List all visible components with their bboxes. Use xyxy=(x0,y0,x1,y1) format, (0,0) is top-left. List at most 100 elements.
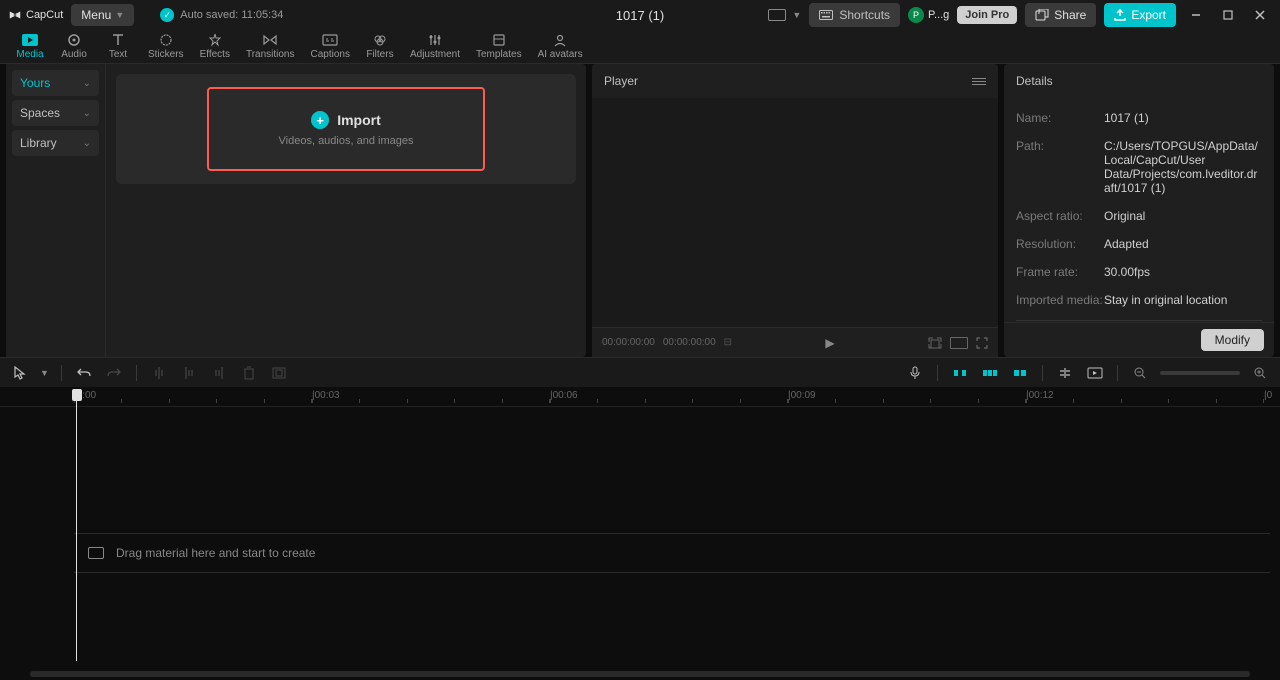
crop-tool[interactable] xyxy=(269,363,289,383)
media-icon xyxy=(21,33,39,47)
sidebar-yours[interactable]: Yours⌄ xyxy=(12,70,99,96)
zoom-in-icon[interactable] xyxy=(1250,363,1270,383)
tab-label: Stickers xyxy=(148,49,184,60)
tab-label: Templates xyxy=(476,49,522,60)
fullscreen-icon[interactable] xyxy=(976,337,988,349)
chevron-down-icon: ▼ xyxy=(792,10,801,20)
tab-ai-avatars[interactable]: AI avatars xyxy=(530,29,591,63)
capcut-logo-icon xyxy=(8,8,22,22)
drag-hint-text: Drag material here and start to create xyxy=(116,546,315,560)
tab-label: Captions xyxy=(311,49,350,60)
zoom-out-icon[interactable] xyxy=(1130,363,1150,383)
autosave-text: Auto saved: 11:05:34 xyxy=(180,9,283,21)
share-icon xyxy=(1035,9,1049,21)
delete-tool[interactable] xyxy=(239,363,259,383)
tab-adjustment[interactable]: Adjustment xyxy=(402,29,468,63)
magnet-auto-icon[interactable] xyxy=(1010,363,1030,383)
scrollbar-thumb[interactable] xyxy=(30,671,1250,677)
tab-label: Effects xyxy=(200,49,230,60)
sidebar-label: Spaces xyxy=(20,106,60,120)
app-logo: CapCut xyxy=(8,8,63,22)
chevron-down-icon: ⌄ xyxy=(83,78,91,89)
export-icon xyxy=(1114,9,1126,21)
export-button[interactable]: Export xyxy=(1104,3,1176,27)
detail-label-framerate: Frame rate: xyxy=(1016,265,1104,279)
export-label: Export xyxy=(1131,8,1166,22)
chevron-down-icon[interactable]: ▼ xyxy=(40,368,49,378)
sidebar-spaces[interactable]: Spaces⌄ xyxy=(12,100,99,126)
tab-label: Filters xyxy=(366,49,393,60)
share-label: Share xyxy=(1054,8,1086,22)
tab-filters[interactable]: Filters xyxy=(358,29,402,63)
mic-icon[interactable] xyxy=(905,363,925,383)
tab-label: AI avatars xyxy=(538,49,583,60)
sidebar-library[interactable]: Library⌄ xyxy=(12,130,99,156)
aspect-toggle[interactable]: ▼ xyxy=(768,9,801,21)
aspect-ratio-icon xyxy=(768,9,786,21)
ratio-icon[interactable] xyxy=(950,337,968,349)
tab-captions[interactable]: Captions xyxy=(303,29,358,63)
tab-text[interactable]: Text xyxy=(96,29,140,63)
detail-value-framerate: 30.00fps xyxy=(1104,265,1262,279)
tab-label: Text xyxy=(109,49,127,60)
split-tool[interactable] xyxy=(149,363,169,383)
timeline-ruler[interactable]: |0:00 |00:03 |00:06 |00:09 |00:12 |0 xyxy=(0,387,1280,407)
window-maximize[interactable] xyxy=(1216,3,1240,27)
tab-audio[interactable]: Audio xyxy=(52,29,96,63)
window-close[interactable] xyxy=(1248,3,1272,27)
play-button[interactable]: ▶ xyxy=(825,336,834,350)
snapshot-icon[interactable] xyxy=(928,337,942,349)
shortcuts-button[interactable]: Shortcuts xyxy=(809,3,900,27)
project-title: 1017 (1) xyxy=(616,8,664,23)
preview-icon[interactable] xyxy=(1085,363,1105,383)
tab-templates[interactable]: Templates xyxy=(468,29,530,63)
close-icon xyxy=(1254,9,1266,21)
magnet-link-icon[interactable] xyxy=(980,363,1000,383)
app-name: CapCut xyxy=(26,9,63,21)
import-subtitle: Videos, audios, and images xyxy=(279,135,414,147)
captions-icon xyxy=(321,33,339,47)
split-right-tool[interactable] xyxy=(209,363,229,383)
details-title: Details xyxy=(1016,74,1053,88)
media-sidebar: Yours⌄ Spaces⌄ Library⌄ xyxy=(6,64,106,357)
share-button[interactable]: Share xyxy=(1025,3,1096,27)
timeline-scrollbar[interactable] xyxy=(0,668,1280,680)
cursor-tool[interactable] xyxy=(10,363,30,383)
detail-label-aspect: Aspect ratio: xyxy=(1016,209,1104,223)
detail-label-name: Name: xyxy=(1016,111,1104,125)
plus-icon: + xyxy=(311,111,329,129)
drag-hint: Drag material here and start to create xyxy=(74,533,1270,573)
tab-label: Adjustment xyxy=(410,49,460,60)
modify-button[interactable]: Modify xyxy=(1201,329,1264,351)
time-current: 00:00:00:00 xyxy=(602,337,655,348)
menu-button[interactable]: Menu ▼ xyxy=(71,4,134,26)
ruler-mark: |0 xyxy=(1264,390,1272,401)
detail-value-resolution: Adapted xyxy=(1104,237,1262,251)
time-total: 00:00:00:00 xyxy=(663,337,716,348)
tab-effects[interactable]: Effects xyxy=(192,29,238,63)
player-menu-icon[interactable] xyxy=(972,78,986,85)
detail-value-aspect: Original xyxy=(1104,209,1262,223)
window-minimize[interactable] xyxy=(1184,3,1208,27)
join-pro-button[interactable]: Join Pro xyxy=(957,6,1017,24)
tab-media[interactable]: Media xyxy=(8,29,52,63)
redo-button[interactable] xyxy=(104,363,124,383)
align-icon[interactable] xyxy=(1055,363,1075,383)
magnet-main-icon[interactable] xyxy=(950,363,970,383)
import-button[interactable]: + Import Videos, audios, and images xyxy=(207,87,486,171)
adjustment-icon xyxy=(426,33,444,47)
user-chip[interactable]: P P...g xyxy=(908,7,949,23)
timeline-toolbar: ▼ xyxy=(0,357,1280,387)
stickers-icon xyxy=(157,33,175,47)
import-label: Import xyxy=(337,112,381,128)
zoom-out-icon[interactable]: ⊟ xyxy=(724,337,732,348)
tab-stickers[interactable]: Stickers xyxy=(140,29,192,63)
timeline-tracks[interactable]: Drag material here and start to create xyxy=(0,407,1280,668)
tab-transitions[interactable]: Transitions xyxy=(238,29,303,63)
zoom-slider[interactable] xyxy=(1160,371,1240,375)
tab-label: Media xyxy=(16,49,43,60)
split-left-tool[interactable] xyxy=(179,363,199,383)
ai-avatars-icon xyxy=(551,33,569,47)
undo-button[interactable] xyxy=(74,363,94,383)
details-list: Name:1017 (1) Path:C:/Users/TOPGUS/AppDa… xyxy=(1004,98,1274,322)
